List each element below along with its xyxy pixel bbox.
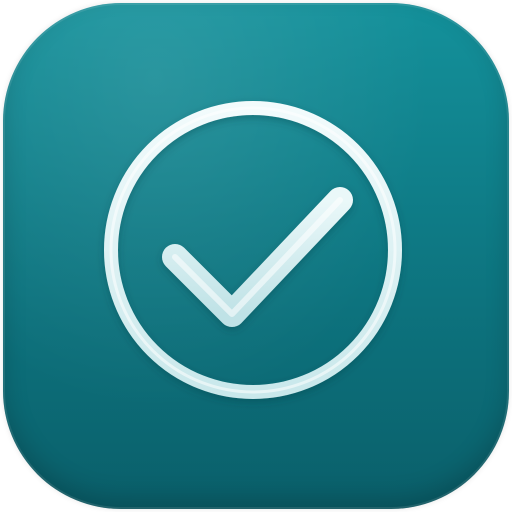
ring-inner-highlight (109, 106, 397, 394)
app-icon-tile (3, 3, 509, 509)
checkmark-stroke (162, 187, 353, 327)
check-circle-icon (104, 101, 402, 399)
icon-canvas (0, 0, 512, 512)
